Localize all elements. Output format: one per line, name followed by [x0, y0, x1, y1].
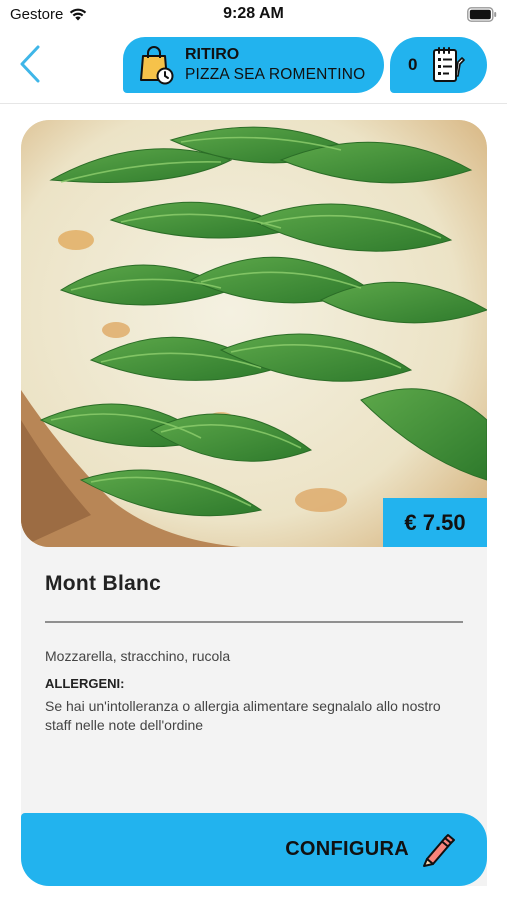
pencil-icon [423, 833, 455, 867]
product-ingredients: Mozzarella, stracchino, rucola [45, 648, 231, 664]
product-card: € 7.50 Mont Blanc Mozzarella, stracchino… [21, 120, 487, 886]
back-button[interactable] [12, 42, 48, 86]
product-title: Mont Blanc [45, 572, 162, 595]
pickup-mode-label: RITIRO [185, 46, 240, 64]
configure-button[interactable]: CONFIGURA [21, 813, 487, 886]
allergens-heading: ALLERGENI: [45, 676, 125, 691]
status-bar: Gestore 9:28 AM [0, 0, 507, 30]
pickup-store-selector[interactable]: RITIRO PIZZA SEA ROMENTINO [123, 37, 384, 93]
title-divider [45, 621, 463, 623]
status-time: 9:28 AM [223, 5, 284, 22]
cart-item-count: 0 [408, 55, 418, 74]
product-detail-screen: Gestore 9:28 AM RITIRO PIZZA SEA ROMENTI… [0, 0, 507, 900]
battery-icon [467, 7, 497, 22]
order-list-icon [433, 47, 466, 82]
cart-button[interactable]: 0 [390, 37, 487, 93]
configure-button-label: CONFIGURA [285, 838, 409, 860]
pickup-store-name: PIZZA SEA ROMENTINO [185, 66, 366, 84]
shopping-bag-clock-icon [140, 46, 174, 85]
pizza-rucola-photo: € 7.50 [21, 120, 487, 547]
price-badge: € 7.50 [383, 498, 487, 547]
top-navigation-bar: RITIRO PIZZA SEA ROMENTINO 0 [0, 30, 507, 104]
chevron-left-icon [20, 45, 40, 83]
allergens-notice: Se hai un'intolleranza o allergia alimen… [45, 698, 441, 733]
